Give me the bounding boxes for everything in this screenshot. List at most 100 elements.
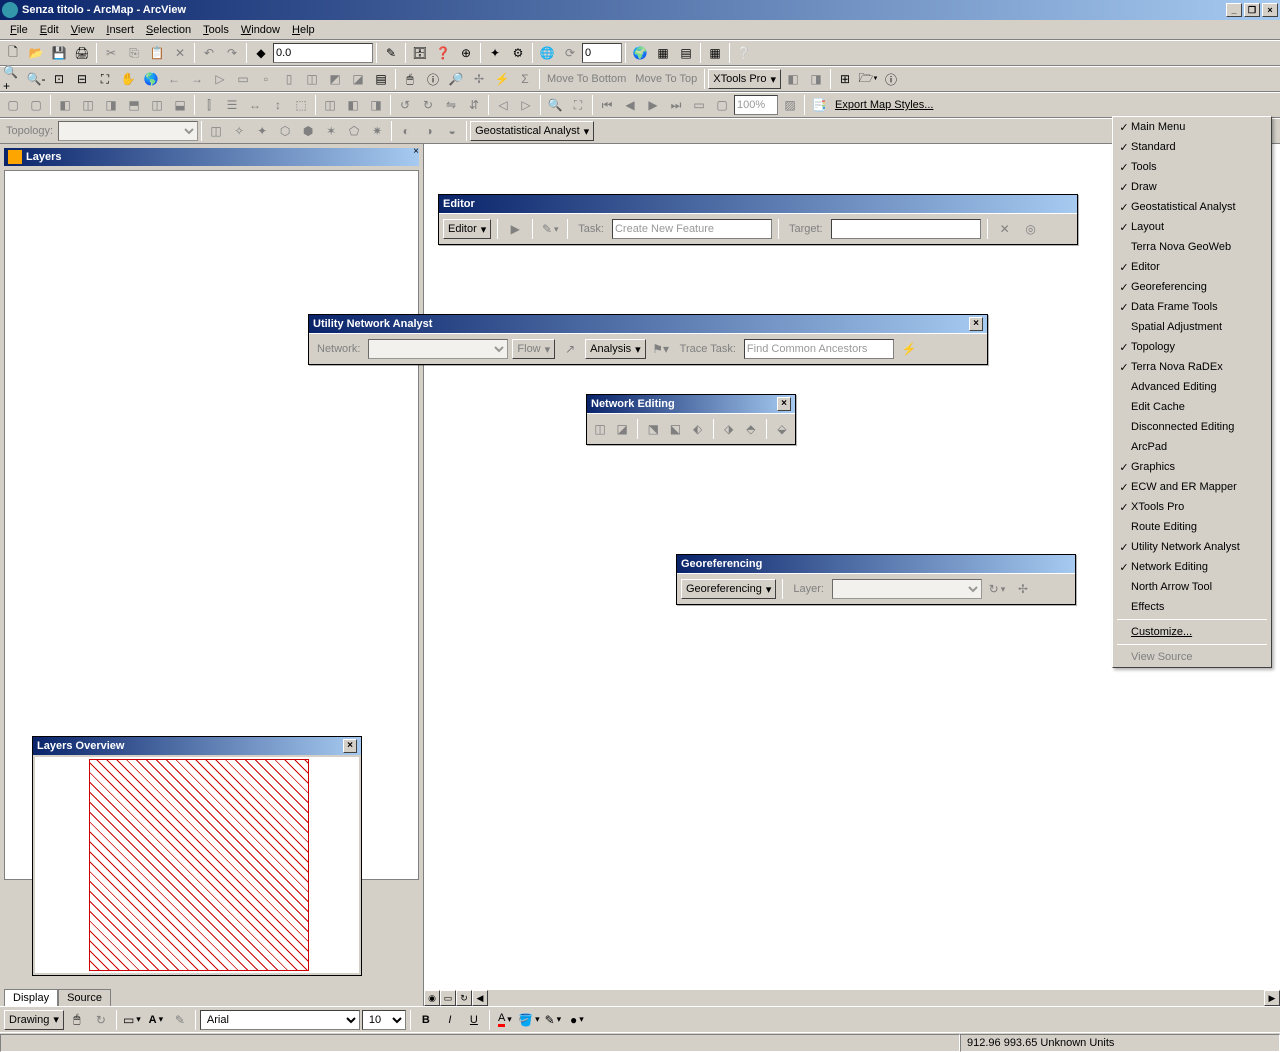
cm-item-graphics[interactable]: ✓Graphics [1113,457,1271,477]
topo-icon-1[interactable]: ◫ [205,120,227,142]
misc2-icon[interactable]: ◩ [324,68,346,90]
menu-file[interactable]: File [4,22,34,38]
xtools-dropdown[interactable]: XTools Pro▾ [708,69,781,89]
cm-item-standard[interactable]: ✓Standard [1113,137,1271,157]
cm-item-xtools-pro[interactable]: ✓XTools Pro [1113,497,1271,517]
next-extent-icon[interactable]: → [186,68,208,90]
rotate-left-icon[interactable]: ↺ [394,94,416,116]
flow-dropdown[interactable]: Flow▾ [512,339,555,359]
dist-h-icon[interactable]: ⫿ [198,94,220,116]
menu-window[interactable]: Window [235,22,286,38]
cm-item-main-menu[interactable]: ✓Main Menu [1113,117,1271,137]
georef-link-icon[interactable]: ✢ [1012,578,1034,600]
same-size-icon[interactable]: ⬚ [290,94,312,116]
toggle-draft-icon[interactable]: ▨ [779,94,801,116]
editor-window[interactable]: Editor Editor▾ ▶ ✎ Task: Target: ✕ ◎ [438,194,1078,245]
cm-item-route-editing[interactable]: Route Editing [1113,517,1271,537]
menu-selection[interactable]: Selection [140,22,197,38]
network-editing-window[interactable]: Network Editing × ◫ ◪ ⬔ ⬕ ⬖ ⬗ ⬘ ⬙ [586,394,796,445]
italic-icon[interactable]: I [439,1009,461,1031]
dist-v-icon[interactable]: ☰ [221,94,243,116]
xtools-info-icon[interactable]: ⓘ [880,68,902,90]
page-prev-icon[interactable]: ◀ [619,94,641,116]
cm-item-geostatistical-analyst[interactable]: ✓Geostatistical Analyst [1113,197,1271,217]
flow-arrow-icon[interactable]: ↗ [559,338,581,360]
sketch-props-icon[interactable]: ◎ [1020,218,1042,240]
scroll-right-icon[interactable]: ▶ [1264,990,1280,1006]
hyperlink-icon[interactable]: Σ [514,68,536,90]
fill-color-icon[interactable]: 🪣 [518,1009,540,1031]
misc1-icon[interactable]: ◫ [301,68,323,90]
menu-insert[interactable]: Insert [100,22,140,38]
cm-item-effects[interactable]: Effects [1113,597,1271,617]
rectangle-tool-icon[interactable]: ▭ [121,1009,143,1031]
scroll-left-icon[interactable]: ◀ [472,990,488,1006]
flip-h-icon[interactable]: ⇋ [440,94,462,116]
topo-icon-7[interactable]: ⬠ [343,120,365,142]
sketch-tool-icon[interactable]: ▶ [504,218,526,240]
layers-overview-close-icon[interactable]: × [343,739,357,753]
topo-icon-5[interactable]: ⬢ [297,120,319,142]
xtools-btn4-icon[interactable]: 🗁▾ [857,68,879,90]
close-button[interactable]: × [1262,3,1278,17]
zoom-whole-icon[interactable]: ⛶ [567,94,589,116]
minimize-button[interactable]: _ [1226,3,1242,17]
open-icon[interactable]: 📂 [25,42,47,64]
restore-button[interactable]: ❐ [1244,3,1260,17]
georef-rotate-icon[interactable]: ↻ [986,578,1008,600]
ecw-icon[interactable]: 🌍 [629,42,651,64]
line-color-icon[interactable]: ✎ [542,1009,564,1031]
cm-item-tools[interactable]: ✓Tools [1113,157,1271,177]
rotate-element-icon[interactable]: ↻ [90,1009,112,1031]
topo-icon-2[interactable]: ✧ [228,120,250,142]
netedit-icon-1[interactable]: ◫ [591,418,609,440]
radex-icon-3[interactable]: ◒ [441,120,463,142]
page-last-icon[interactable]: ⏭ [665,94,687,116]
toc-close-icon[interactable]: × [413,146,419,157]
nudge-left-icon[interactable]: ◁ [492,94,514,116]
menu-tools[interactable]: Tools [197,22,235,38]
globe-full-icon[interactable]: 🌎 [140,68,162,90]
align-left-icon[interactable]: ◧ [54,94,76,116]
cm-item-ecw-and-er-mapper[interactable]: ✓ECW and ER Mapper [1113,477,1271,497]
analysis-dropdown[interactable]: Analysis▾ [585,339,646,359]
menu-view[interactable]: View [65,22,101,38]
fixed-zoom-in-icon[interactable]: ⊡ [48,68,70,90]
goto-xy-icon[interactable]: ✢ [468,68,490,90]
menu-help[interactable]: Help [286,22,321,38]
select-features-icon[interactable]: ▭ [232,68,254,90]
rotation-input[interactable] [582,43,622,63]
radex-icon-1[interactable]: ◐ [395,120,417,142]
clear-selection-icon[interactable]: ▫ [255,68,277,90]
find-icon[interactable]: 🔎 [445,68,467,90]
cut-icon[interactable]: ✂ [100,42,122,64]
pan-icon[interactable]: ✋ [117,68,139,90]
page-layout-icon[interactable]: ▭ [688,94,710,116]
cm-item-draw[interactable]: ✓Draw [1113,177,1271,197]
cm-item-arcpad[interactable]: ArcPad [1113,437,1271,457]
align-bottom-icon[interactable]: ⬓ [169,94,191,116]
paste-icon[interactable]: 📋 [146,42,168,64]
zoom-in-icon[interactable]: 🔍+ [2,68,24,90]
cm-item-topology[interactable]: ✓Topology [1113,337,1271,357]
layers-overview-window[interactable]: Layers Overview × [32,736,362,976]
attributes-icon[interactable]: ✕ [994,218,1016,240]
cm-item-advanced-editing[interactable]: Advanced Editing [1113,377,1271,397]
cm-customize[interactable]: Customize... [1113,622,1271,642]
same-width-icon[interactable]: ↔ [244,94,266,116]
drawing-menu-dropdown[interactable]: Drawing▾ [4,1010,64,1030]
underline-icon[interactable]: U [463,1009,485,1031]
layout-icon-1[interactable]: ▢ [2,94,24,116]
new-icon[interactable]: 🗋 [2,42,24,64]
topo-icon-4[interactable]: ⬡ [274,120,296,142]
ungroup-icon[interactable]: ◧ [342,94,364,116]
identify-icon[interactable]: ⓘ [422,68,444,90]
zoom-page-icon[interactable]: 🔍 [544,94,566,116]
list-icon[interactable]: ▤ [370,68,392,90]
netedit-icon-3[interactable]: ⬔ [644,418,662,440]
marker-color-icon[interactable]: ● [566,1009,588,1031]
misc3-icon[interactable]: ◪ [347,68,369,90]
editor-menu-dropdown[interactable]: Editor▾ [443,219,491,239]
zoom-out-icon[interactable]: 🔍- [25,68,47,90]
georeferencing-window[interactable]: Georeferencing Georeferencing▾ Layer: ↻ … [676,554,1076,605]
